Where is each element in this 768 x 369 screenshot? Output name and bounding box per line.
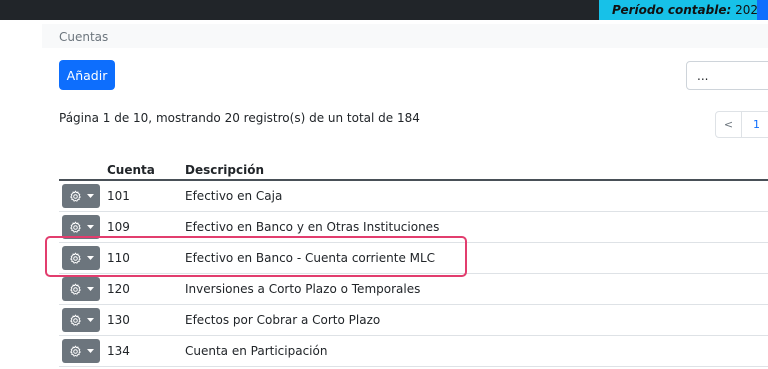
account-description: Efectivo en Caja (185, 189, 283, 203)
caret-down-icon (86, 194, 94, 198)
gear-icon (69, 189, 81, 202)
account-code: 134 (107, 344, 130, 358)
column-header-cuenta: Cuenta (107, 163, 155, 177)
accounting-period-badge: Período contable: 2022 (599, 0, 766, 20)
caret-down-icon (86, 225, 94, 229)
account-code: 130 (107, 313, 130, 327)
account-code: 101 (107, 189, 130, 203)
row-actions-button[interactable] (62, 277, 100, 301)
account-description: Inversiones a Corto Plazo o Temporales (185, 282, 421, 296)
table-row: 101 Efectivo en Caja (59, 181, 768, 212)
pagination-info: Página 1 de 10, mostrando 20 registro(s)… (59, 111, 420, 125)
gear-icon (69, 313, 81, 326)
row-actions-button[interactable] (62, 184, 100, 208)
account-code: 109 (107, 220, 130, 234)
period-label: Período contable: (612, 3, 732, 17)
table-header: Cuenta Descripción (59, 158, 768, 181)
row-actions-button[interactable] (62, 308, 100, 332)
row-actions-button[interactable] (62, 339, 100, 363)
pagination-page-1[interactable]: 1 (742, 111, 768, 138)
caret-down-icon (86, 349, 94, 353)
pagination: < 1 (715, 111, 768, 138)
caret-down-icon (86, 287, 94, 291)
table-row: 130 Efectos por Cobrar a Corto Plazo (59, 305, 768, 336)
account-description: Cuenta en Participación (185, 344, 328, 358)
account-code: 120 (107, 282, 130, 296)
caret-down-icon (86, 318, 94, 322)
table-row: 134 Cuenta en Participación (59, 336, 768, 367)
pagination-prev[interactable]: < (715, 111, 742, 138)
search-input[interactable] (686, 61, 768, 90)
account-description: Efectivo en Banco y en Otras Institucion… (185, 220, 440, 234)
navbar-edge (757, 0, 768, 20)
account-description: Efectos por Cobrar a Corto Plazo (185, 313, 381, 327)
highlight-annotation (45, 236, 467, 277)
column-header-descripcion: Descripción (185, 163, 264, 177)
gear-icon (69, 344, 81, 357)
gear-icon (69, 282, 81, 295)
gear-icon (69, 220, 81, 233)
add-button[interactable]: Añadir (59, 60, 115, 90)
breadcrumb: Cuentas (42, 24, 768, 48)
table-row: 120 Inversiones a Corto Plazo o Temporal… (59, 274, 768, 305)
